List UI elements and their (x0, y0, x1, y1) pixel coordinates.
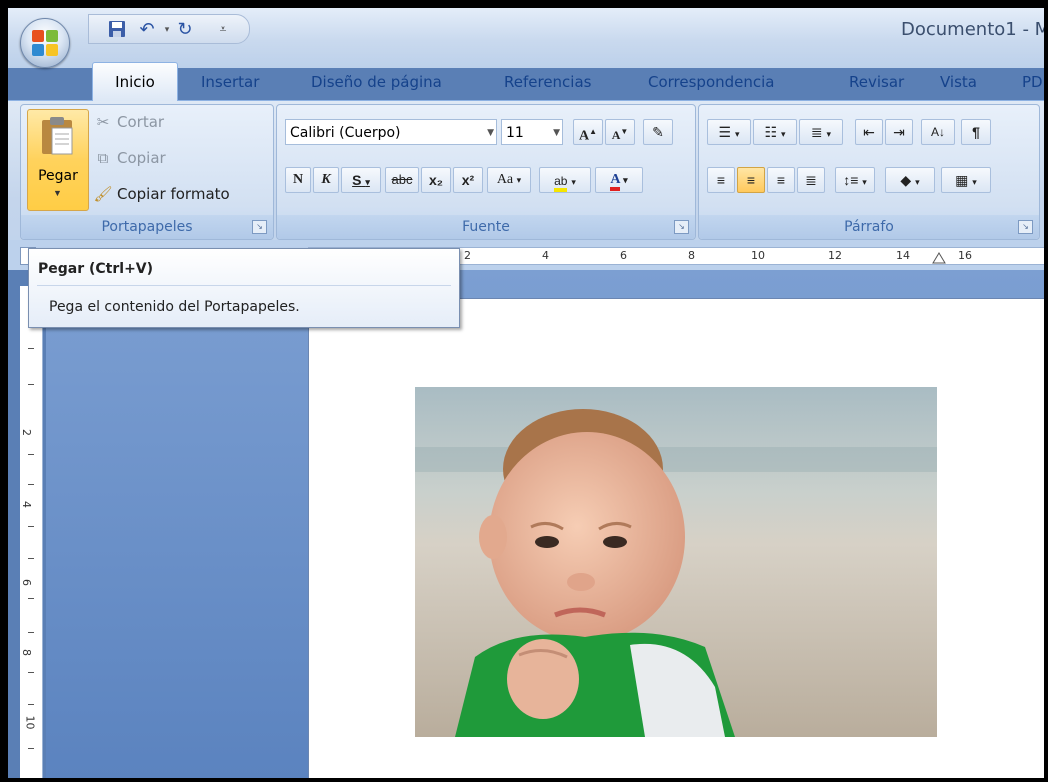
decrease-indent-icon[interactable]: ⇤ (855, 119, 883, 145)
format-painter-label: Copiar formato (117, 185, 230, 203)
clipboard-launcher-icon[interactable]: ↘ (252, 220, 267, 234)
ruler-number: 16 (958, 249, 972, 262)
font-launcher-icon[interactable]: ↘ (674, 220, 689, 234)
underline-button[interactable]: S ▾ (341, 167, 381, 193)
scissors-icon: ✂ (96, 113, 110, 131)
tab-revisar[interactable]: Revisar (849, 68, 904, 96)
ruler-number: 8 (688, 249, 695, 262)
font-color-button[interactable]: A ▾ (595, 167, 643, 193)
tab-correspondencia[interactable]: Correspondencia (648, 68, 775, 96)
format-painter-button[interactable]: 🖌 Copiar formato (93, 185, 230, 203)
tab-insertar[interactable]: Insertar (201, 68, 259, 96)
paste-label: Pegar (38, 168, 78, 184)
cut-button[interactable]: ✂ Cortar (93, 113, 164, 131)
align-center-icon[interactable]: ≡ (737, 167, 765, 193)
ruler-number: 10 (23, 715, 37, 730)
ruler-number: 8 (20, 649, 33, 656)
paste-button[interactable]: Pegar ▼ (27, 109, 89, 211)
highlight-button[interactable]: ab ▾ (539, 167, 591, 193)
ruler-number: 14 (896, 249, 910, 262)
font-family-combo[interactable]: Calibri (Cuerpo) ▼ (285, 119, 497, 145)
save-icon[interactable] (107, 19, 127, 39)
font-group: Calibri (Cuerpo) ▼ 11 ▼ A▲ A▼ ✎ N K S ▾ … (276, 104, 696, 240)
superscript-button[interactable]: x² (453, 167, 483, 193)
vertical-ruler[interactable]: 2 4 6 8 10 (20, 286, 43, 778)
shading-button[interactable]: ◆ ▾ (885, 167, 935, 193)
tooltip-title: Pegar (Ctrl+V) (38, 261, 154, 277)
format-painter-icon: 🖌 (93, 185, 113, 203)
chevron-down-icon: ▼ (487, 128, 494, 138)
undo-icon[interactable]: ↶ (137, 19, 157, 39)
ruler-number: 12 (828, 249, 842, 262)
undo-dropdown-icon[interactable]: ▾ (157, 19, 177, 39)
tab-vista[interactable]: Vista (940, 68, 977, 96)
window-title: Documento1 - M (901, 19, 1044, 40)
ruler-number: 4 (542, 249, 549, 262)
right-indent-marker-icon[interactable] (932, 252, 946, 264)
clipboard-group-label: Portapapeles ↘ (21, 215, 273, 239)
font-family-value: Calibri (Cuerpo) (290, 125, 401, 141)
chevron-down-icon: ▼ (553, 128, 560, 138)
tooltip-body: Pega el contenido del Portapapeles. (49, 299, 300, 315)
office-button[interactable] (20, 18, 70, 68)
tab-inicio[interactable]: Inicio (92, 62, 178, 101)
copy-button[interactable]: ⧉ Copiar (93, 149, 166, 167)
font-size-combo[interactable]: 11 ▼ (501, 119, 563, 145)
increase-indent-icon[interactable]: ⇥ (885, 119, 913, 145)
clipboard-group: Pegar ▼ ✂ Cortar ⧉ Copiar 🖌 Copiar formato … (20, 104, 274, 240)
title-bar: ↶ ▾ ↻ ⩡ Documento1 - M (8, 8, 1044, 68)
bold-button[interactable]: N (285, 167, 311, 193)
strikethrough-button[interactable]: abc (385, 167, 419, 193)
ruler-number: 6 (20, 579, 33, 586)
subscript-button[interactable]: x₂ (421, 167, 451, 193)
baby-photo-image (415, 387, 937, 737)
document-page[interactable] (308, 298, 1044, 778)
align-left-icon[interactable]: ≡ (707, 167, 735, 193)
office-logo-icon (32, 30, 58, 56)
show-marks-button[interactable]: ¶ (961, 119, 991, 145)
paste-tooltip: Pegar (Ctrl+V) Pega el contenido del Por… (28, 248, 460, 328)
multilevel-list-button[interactable]: ≣ ▾ (799, 119, 843, 145)
change-case-button[interactable]: Aa ▾ (487, 167, 531, 193)
tab-diseno-pagina[interactable]: Diseño de página (311, 68, 442, 96)
ruler-number: 10 (751, 249, 765, 262)
ruler-number: 2 (464, 249, 471, 262)
justify-icon[interactable]: ≣ (797, 167, 825, 193)
tab-referencias[interactable]: Referencias (504, 68, 591, 96)
paragraph-group: ☰ ▾ ☷ ▾ ≣ ▾ ⇤ ⇥ A↓ ¶ ≡ ≡ ≡ ≣ ↕≡ ▾ ◆ ▾ ▦ … (698, 104, 1040, 240)
clear-format-icon[interactable]: ✎ (643, 119, 673, 145)
clipboard-icon (42, 117, 73, 155)
word-window: ↶ ▾ ↻ ⩡ Documento1 - M Inicio Insertar D… (8, 8, 1044, 778)
shrink-font-button[interactable]: A▼ (605, 119, 635, 145)
quick-access-toolbar: ↶ ▾ ↻ ⩡ (88, 14, 250, 44)
numbering-button[interactable]: ☷ ▾ (753, 119, 797, 145)
ribbon: Pegar ▼ ✂ Cortar ⧉ Copiar 🖌 Copiar formato … (8, 100, 1044, 241)
italic-button[interactable]: K (313, 167, 339, 193)
tooltip-divider (37, 285, 451, 286)
copy-label: Copiar (117, 149, 166, 167)
align-right-icon[interactable]: ≡ (767, 167, 795, 193)
ruler-number: 4 (20, 501, 33, 508)
paragraph-group-label: Párrafo ↘ (699, 215, 1039, 239)
ruler-number: 2 (20, 429, 33, 436)
ruler-number: 6 (620, 249, 627, 262)
copy-icon: ⧉ (97, 149, 109, 167)
customize-qat-icon[interactable]: ⩡ (213, 19, 233, 39)
line-spacing-button[interactable]: ↕≡ ▾ (835, 167, 875, 193)
grow-font-button[interactable]: A▲ (573, 119, 603, 145)
sort-icon[interactable]: A↓ (921, 119, 955, 145)
font-group-label: Fuente ↘ (277, 215, 695, 239)
bullets-button[interactable]: ☰ ▾ (707, 119, 751, 145)
paragraph-launcher-icon[interactable]: ↘ (1018, 220, 1033, 234)
tab-pdf[interactable]: PD (1022, 68, 1043, 96)
paste-dropdown-icon[interactable]: ▼ (53, 188, 62, 198)
font-size-value: 11 (506, 125, 524, 141)
borders-button[interactable]: ▦ ▾ (941, 167, 991, 193)
redo-icon[interactable]: ↻ (175, 19, 195, 39)
cut-label: Cortar (117, 113, 165, 131)
